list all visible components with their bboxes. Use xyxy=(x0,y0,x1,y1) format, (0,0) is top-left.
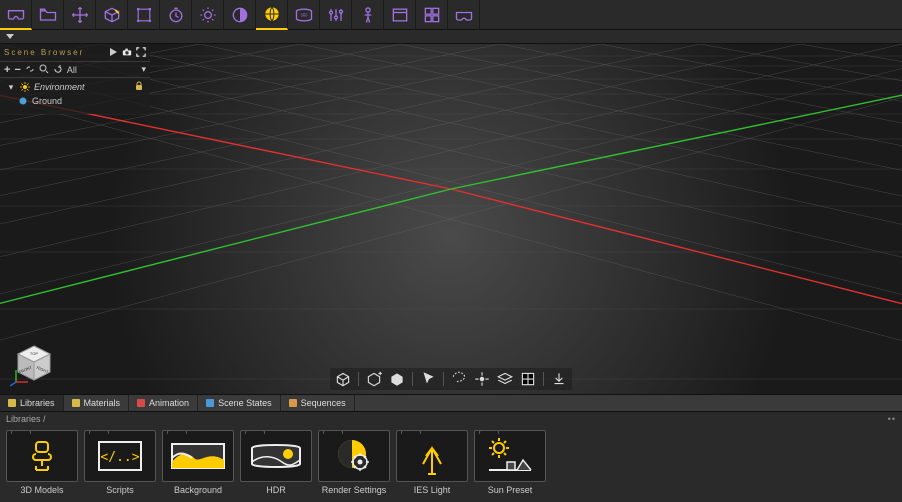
window-icon[interactable] xyxy=(384,0,416,30)
grid-layout-icon[interactable] xyxy=(416,0,448,30)
tab-color-swatch xyxy=(289,399,297,407)
tab-animation[interactable]: Animation xyxy=(129,395,198,411)
cube-wire-icon[interactable] xyxy=(334,370,352,388)
sphere-small-icon xyxy=(18,96,28,106)
svg-text:TOP: TOP xyxy=(30,351,38,356)
sliders-icon[interactable] xyxy=(320,0,352,30)
camera-icon[interactable] xyxy=(122,47,132,59)
breadcrumb: Libraries / •• xyxy=(0,412,902,426)
top-toolbar: 360 xyxy=(0,0,902,30)
vr-headset-icon[interactable] xyxy=(0,0,32,30)
lib-item-render-settings[interactable]: Render Settings xyxy=(318,430,390,495)
tab-label: Scene States xyxy=(218,398,272,408)
tree-item-environment[interactable]: ▾ Environment xyxy=(4,80,150,94)
tab-materials[interactable]: Materials xyxy=(64,395,130,411)
headset-outline-icon[interactable] xyxy=(448,0,480,30)
panorama-360-icon[interactable]: 360 xyxy=(288,0,320,30)
tab-label: Sequences xyxy=(301,398,346,408)
code-icon: </..> xyxy=(95,438,145,474)
remove-icon[interactable]: − xyxy=(14,64,20,76)
scene-browser-panel: Scene Browser + − All ▾ ▾ Environment xyxy=(0,44,150,114)
svg-text:</..>: </..> xyxy=(100,450,139,465)
axis-z-neg xyxy=(0,189,451,354)
open-folder-icon[interactable] xyxy=(32,0,64,30)
tab-label: Materials xyxy=(84,398,121,408)
tree-item-label: Ground xyxy=(32,96,62,106)
bounding-box-icon[interactable] xyxy=(128,0,160,30)
ies-icon xyxy=(414,434,450,478)
lib-label: Background xyxy=(174,485,222,495)
refresh-icon[interactable] xyxy=(53,64,63,76)
chair-icon xyxy=(22,436,62,476)
lib-label: Sun Preset xyxy=(488,485,533,495)
lib-item-3d-models[interactable]: 3D Models xyxy=(6,430,78,495)
move-icon[interactable] xyxy=(64,0,96,30)
sun-small-icon xyxy=(20,82,30,92)
gear-sphere-icon xyxy=(332,434,376,478)
scene-browser-title: Scene Browser xyxy=(4,48,104,57)
cube-shaded-icon[interactable] xyxy=(388,370,406,388)
grid-toggle-icon[interactable] xyxy=(519,370,537,388)
tab-sequences[interactable]: Sequences xyxy=(281,395,355,411)
tab-color-swatch xyxy=(72,399,80,407)
layers-icon[interactable] xyxy=(496,370,514,388)
tree-item-ground[interactable]: Ground xyxy=(4,94,150,108)
chevron-down-icon xyxy=(6,34,14,39)
viewport-toolbar xyxy=(330,368,572,390)
timer-icon[interactable] xyxy=(160,0,192,30)
tab-color-swatch xyxy=(137,399,145,407)
cursor-icon[interactable] xyxy=(419,370,437,388)
svg-text:360: 360 xyxy=(300,12,308,17)
viewport-3d[interactable]: Scene Browser + − All ▾ ▾ Environment xyxy=(0,44,902,394)
lib-item-background[interactable]: Background xyxy=(162,430,234,495)
toolbar-dropdown[interactable] xyxy=(0,30,902,44)
tree-item-label: Environment xyxy=(34,82,85,92)
lib-label: 3D Models xyxy=(20,485,63,495)
mannequin-icon[interactable] xyxy=(352,0,384,30)
cube-add-icon[interactable] xyxy=(365,370,383,388)
box-edit-icon[interactable] xyxy=(96,0,128,30)
chevron-down-icon[interactable]: ▾ xyxy=(141,64,146,75)
tab-libraries[interactable]: Libraries xyxy=(0,395,64,411)
lock-icon[interactable] xyxy=(134,81,144,93)
view-cube[interactable]: TOP FRONT RIGHT xyxy=(10,340,58,388)
download-icon[interactable] xyxy=(550,370,568,388)
tab-color-swatch xyxy=(8,399,16,407)
breadcrumb-path[interactable]: Libraries / xyxy=(6,414,46,424)
lasso-icon[interactable] xyxy=(450,370,468,388)
library-grid: 3D Models </..> Scripts Background xyxy=(0,426,902,502)
lib-item-sun-preset[interactable]: Sun Preset xyxy=(474,430,546,495)
globe-icon[interactable] xyxy=(256,0,288,30)
lib-label: Render Settings xyxy=(322,485,387,495)
play-icon[interactable] xyxy=(108,47,118,59)
tab-label: Libraries xyxy=(20,398,55,408)
search-icon[interactable] xyxy=(39,64,49,76)
tab-label: Animation xyxy=(149,398,189,408)
tab-color-swatch xyxy=(206,399,214,407)
expand-icon[interactable]: ▾ xyxy=(6,82,16,92)
lib-label: HDR xyxy=(266,485,286,495)
contrast-icon[interactable] xyxy=(224,0,256,30)
landscape-icon xyxy=(168,436,228,476)
hdr-icon xyxy=(246,436,306,476)
lib-item-scripts[interactable]: </..> Scripts xyxy=(84,430,156,495)
scene-filter-row: + − All ▾ xyxy=(0,62,150,78)
bottom-tabs: Libraries Materials Animation Scene Stat… xyxy=(0,394,902,412)
sun-preset-icon xyxy=(483,434,537,478)
lib-item-ies-light[interactable]: IES Light xyxy=(396,430,468,495)
focus-frame-icon[interactable] xyxy=(136,47,146,59)
lib-label: IES Light xyxy=(414,485,451,495)
axis-x-pos xyxy=(451,189,902,354)
lib-label: Scripts xyxy=(106,485,134,495)
lib-item-hdr[interactable]: HDR xyxy=(240,430,312,495)
tab-scene-states[interactable]: Scene States xyxy=(198,395,281,411)
grip-icon[interactable]: •• xyxy=(888,414,896,424)
snap-icon[interactable] xyxy=(473,370,491,388)
filter-label[interactable]: All xyxy=(67,65,77,75)
sun-icon[interactable] xyxy=(192,0,224,30)
add-icon[interactable]: + xyxy=(4,64,10,76)
link-icon[interactable] xyxy=(25,64,35,76)
scene-tree: ▾ Environment Ground xyxy=(0,78,150,114)
